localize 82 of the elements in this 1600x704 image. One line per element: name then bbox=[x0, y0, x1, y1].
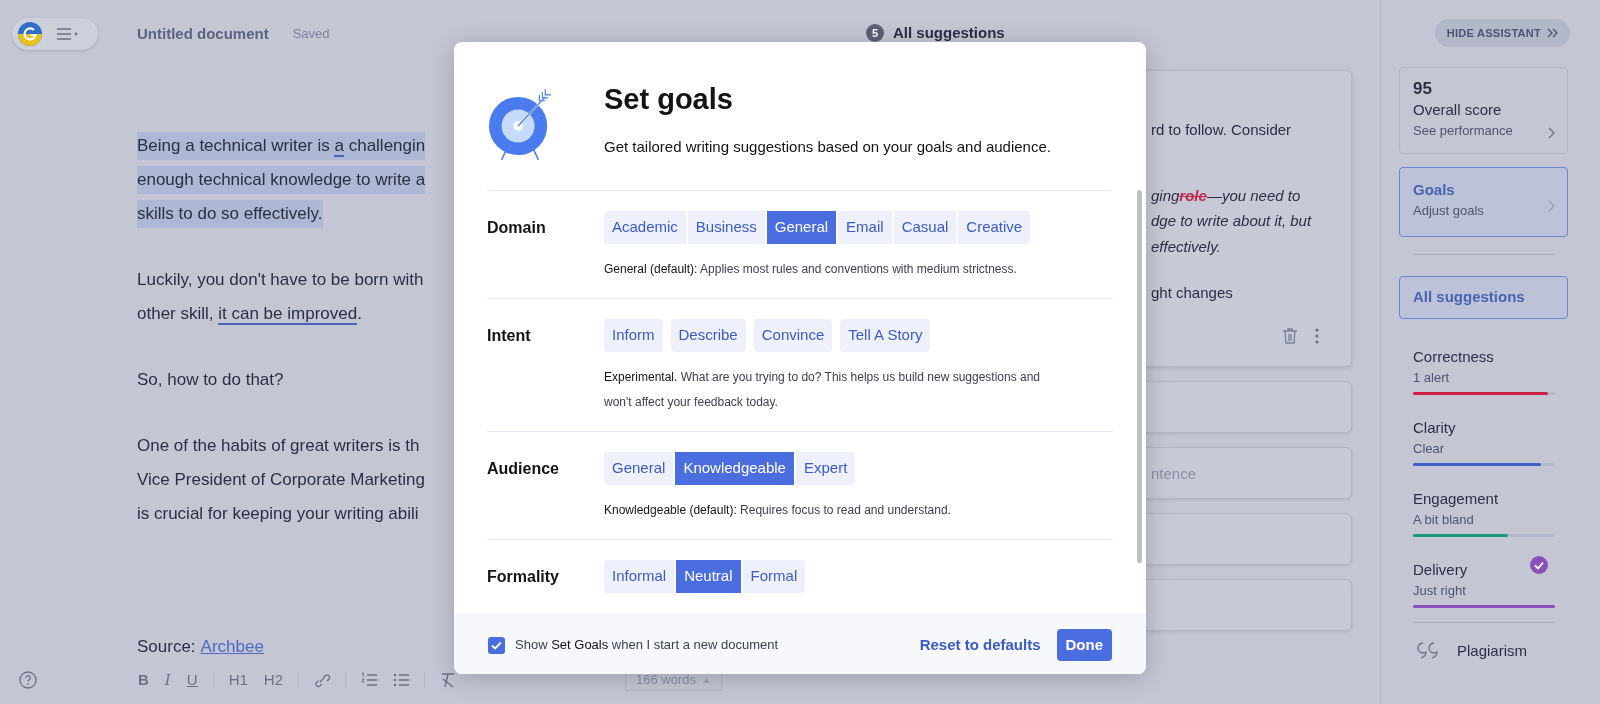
caret-icon bbox=[702, 676, 711, 684]
format-button[interactable]: H2 bbox=[262, 668, 284, 692]
numbered-list-icon[interactable] bbox=[360, 671, 378, 689]
category-item[interactable]: Engagement A bit bland bbox=[1413, 489, 1555, 537]
suggestion-text: dge to write about it, but bbox=[1151, 211, 1312, 231]
text-line: Luckily, you don't have to be born with bbox=[137, 269, 424, 291]
format-button[interactable]: U bbox=[185, 668, 199, 692]
section-label: Formality bbox=[487, 566, 560, 587]
section-description: General (default): Applies most rules and conventions with medium strictness. bbox=[604, 261, 1018, 278]
category-item[interactable]: Correctness 1 alert bbox=[1413, 347, 1555, 395]
menu-icon[interactable] bbox=[56, 26, 78, 42]
count-badge: 5 bbox=[866, 24, 884, 43]
option-button[interactable]: Neutral bbox=[676, 560, 741, 593]
format-button[interactable]: I bbox=[163, 668, 172, 692]
section-title: All suggestions bbox=[893, 23, 1005, 43]
source-label: Source: bbox=[137, 636, 196, 658]
help-icon[interactable] bbox=[19, 671, 37, 689]
option-button[interactable]: Business bbox=[687, 211, 765, 244]
checkbox-label: Show Set Goals when I start a new document bbox=[515, 636, 779, 655]
option-button[interactable]: General bbox=[766, 211, 837, 244]
option-button[interactable]: Email bbox=[838, 211, 892, 244]
source-link[interactable]: Archbee bbox=[200, 633, 264, 661]
dialog-title: Set goals bbox=[604, 82, 734, 117]
option-button[interactable]: Informal bbox=[604, 560, 675, 593]
goals-subtitle: Adjust goals bbox=[1413, 202, 1484, 220]
app-menu-pill[interactable] bbox=[12, 18, 98, 50]
suggestion-text: ght changes bbox=[1151, 283, 1234, 303]
logo-icon bbox=[18, 22, 42, 46]
trash-icon[interactable] bbox=[1281, 327, 1299, 345]
double-chevron-icon bbox=[1547, 28, 1558, 38]
option-button[interactable]: Casual bbox=[893, 211, 957, 244]
section-description: Experimental. What are you trying to do? This helps us build new suggestions and won't affect your feedback today. bbox=[604, 369, 1042, 411]
section-description: Knowledgeable (default): Requires focus to read and understand. bbox=[604, 502, 951, 519]
dialog-subtitle: Get tailored writing suggestions based on your goals and audience. bbox=[604, 137, 1051, 157]
chevron-icon bbox=[1548, 200, 1555, 212]
text-line: Vice President of Corporate Marketing bbox=[137, 469, 425, 491]
score-card[interactable]: 95 Overall score See performance bbox=[1399, 67, 1568, 154]
more-icon[interactable] bbox=[1314, 327, 1320, 345]
all-suggestions-tab[interactable]: All suggestions bbox=[1399, 276, 1568, 319]
option-button[interactable]: Academic bbox=[604, 211, 686, 244]
category-item[interactable]: Clarity Clear bbox=[1413, 418, 1555, 466]
suggestion-text: ntence bbox=[1151, 464, 1197, 484]
hide-assistant-button[interactable]: HIDE ASSISTANT bbox=[1434, 19, 1570, 47]
document-title[interactable]: Untitled document bbox=[137, 22, 269, 46]
text-line: So, how to do that? bbox=[137, 369, 284, 391]
checkbox[interactable] bbox=[488, 636, 505, 654]
section-label: Domain bbox=[487, 217, 547, 238]
category-item[interactable]: Delivery Just right bbox=[1413, 560, 1555, 608]
link-icon[interactable] bbox=[313, 671, 331, 689]
bullet-list-icon[interactable] bbox=[392, 671, 410, 689]
section-label: Intent bbox=[487, 325, 532, 346]
text-line: other skill, it can be improved. bbox=[137, 303, 362, 327]
score-label: Overall score bbox=[1413, 100, 1503, 120]
section-label: Audience bbox=[487, 458, 560, 479]
option-button[interactable]: Tell A Story bbox=[840, 319, 931, 352]
format-button[interactable]: H1 bbox=[227, 668, 249, 692]
chevron-icon bbox=[1548, 127, 1555, 139]
option-button[interactable]: Formal bbox=[742, 560, 806, 593]
reset-defaults-link[interactable]: Reset to defaults bbox=[919, 633, 1041, 657]
option-button[interactable]: Knowledgeable bbox=[675, 452, 794, 485]
clear-format-icon[interactable] bbox=[439, 671, 457, 689]
text-line: One of the habits of great writers is th bbox=[137, 435, 420, 457]
goals-title: Goals bbox=[1413, 180, 1456, 200]
suggestion-text: effectively. bbox=[1151, 236, 1222, 257]
option-button[interactable]: Describe bbox=[670, 319, 746, 352]
suggestion-text: rd to follow. Consider bbox=[1151, 120, 1293, 140]
score-value: 95 bbox=[1413, 78, 1433, 100]
see-performance-link[interactable]: See performance bbox=[1413, 120, 1554, 142]
option-button[interactable]: General bbox=[604, 452, 674, 485]
option-button[interactable]: Convince bbox=[753, 319, 833, 352]
plagiarism-link[interactable]: Plagiarism bbox=[1457, 640, 1528, 663]
suggestion-text: gingrole—you need to bbox=[1151, 185, 1302, 206]
save-status: Saved bbox=[292, 25, 330, 44]
goals-card[interactable]: Goals Adjust goals bbox=[1399, 167, 1568, 237]
option-button[interactable]: Expert bbox=[795, 452, 856, 485]
check-icon bbox=[491, 640, 502, 650]
done-button[interactable]: Done bbox=[1056, 629, 1112, 661]
scrollbar-thumb[interactable] bbox=[1137, 190, 1142, 563]
option-button[interactable]: Creative bbox=[958, 211, 1031, 244]
option-button[interactable]: Inform bbox=[604, 319, 663, 352]
text-line: is crucial for keeping your writing abili bbox=[137, 503, 419, 525]
format-button[interactable]: B bbox=[137, 668, 150, 692]
